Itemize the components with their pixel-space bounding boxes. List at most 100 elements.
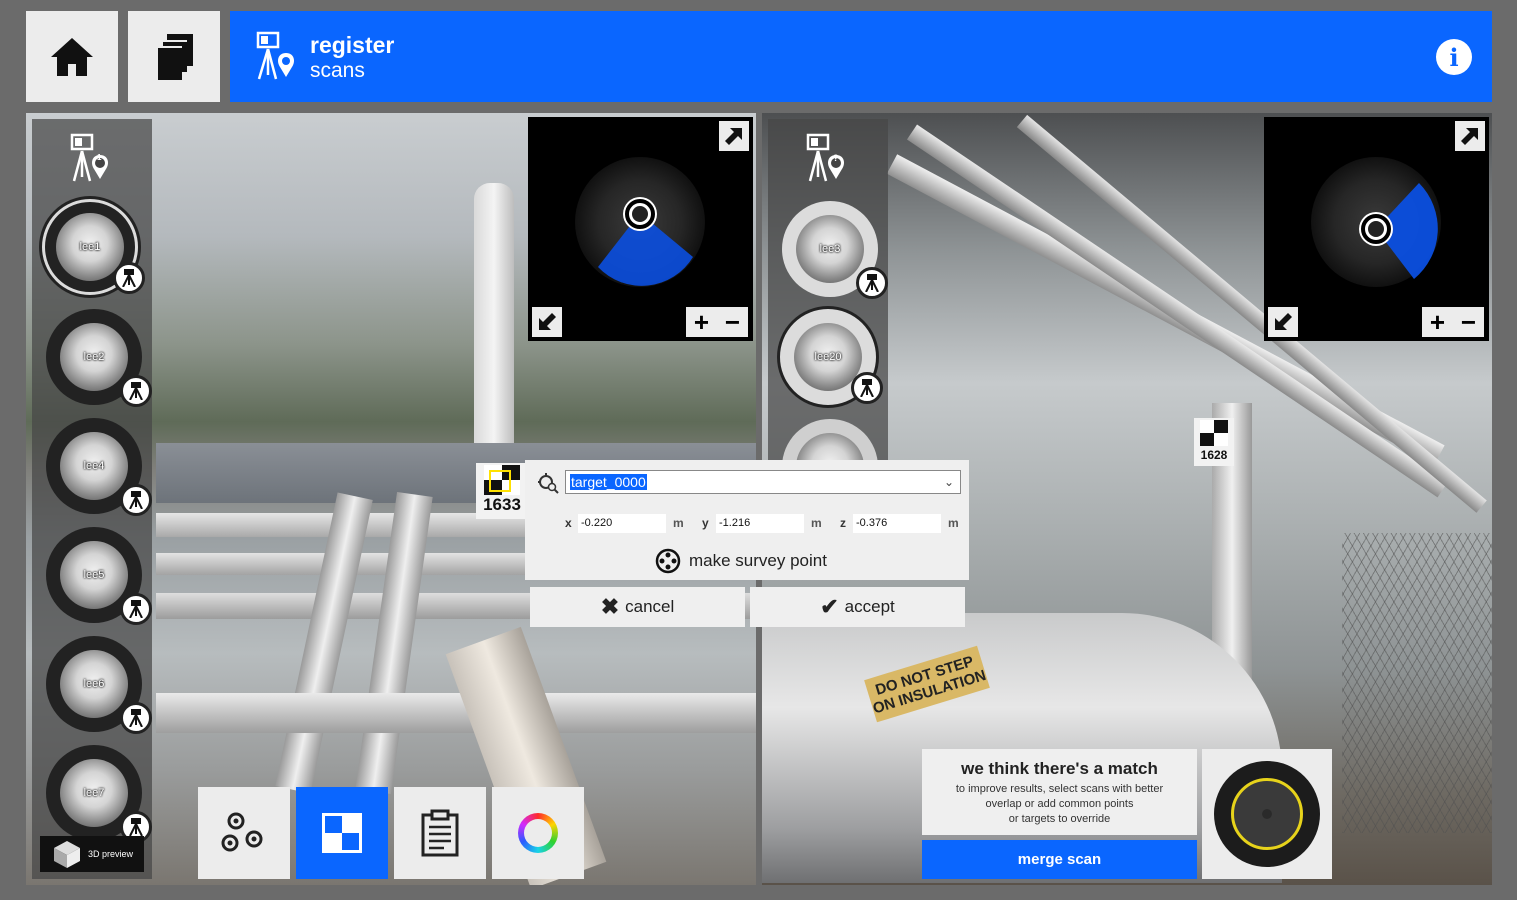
arrow-down-left-icon [539,313,556,330]
app-title: register [310,32,395,58]
map-zoom-controls: + − [1422,307,1484,337]
match-desc-line2: overlap or add common points [985,798,1134,810]
scan-label: lee4 [83,460,105,472]
expand-map-button[interactable] [1455,121,1485,151]
x-field[interactable]: -0.220 [578,514,666,533]
checkmark-icon: ✔ [820,594,839,619]
make-survey-point-button[interactable]: make survey point [655,548,827,574]
mini-map-left[interactable]: + − [528,117,753,341]
scan-label: lee1 [79,241,101,253]
tripod-icon[interactable] [120,375,152,407]
color-wheel-icon [518,813,558,853]
target-tool-button[interactable] [296,787,388,879]
scan-label: lee3 [819,243,841,255]
circles-icon [221,812,263,852]
mini-map-right[interactable]: + − [1264,117,1489,341]
cancel-label: cancel [625,597,675,616]
register-scans-icon [256,31,294,80]
scene-tank [474,183,514,443]
zoom-in-icon[interactable]: + [1430,309,1445,335]
collapse-map-button[interactable] [532,307,562,337]
accept-button[interactable]: ✔ accept [750,587,965,627]
arrow-up-right-icon [1461,128,1478,145]
target-marker[interactable] [489,470,511,492]
tripod-icon[interactable] [120,593,152,625]
scan-label: lee5 [83,569,105,581]
cancel-button[interactable]: ✖ cancel [530,587,745,627]
y-unit: m [811,516,822,530]
scan-thumb-lee2[interactable]: lee2 [46,309,152,407]
right-scan-strip: ? lee3 lee20 [768,119,888,515]
arrow-up-right-icon [725,128,742,145]
scan-label: lee20 [814,351,842,363]
scene-pipe [355,491,433,795]
tripod-icon[interactable] [120,484,152,516]
match-panel: we think there's a match to improve resu… [922,749,1197,835]
zoom-out-icon[interactable]: − [725,309,740,335]
plate-number: 1628 [1200,448,1228,462]
match-dial-button[interactable] [1202,749,1332,879]
match-dial-icon [1214,761,1320,867]
zoom-in-icon[interactable]: + [694,309,709,335]
scan-thumb-lee1[interactable]: lee1 [42,199,145,295]
close-icon: ✖ [600,594,620,619]
z-field[interactable]: -0.376 [853,514,941,533]
zoom-out-icon[interactable]: − [1461,309,1476,335]
y-label: y [702,516,709,530]
tripod-icon[interactable] [856,267,888,299]
z-label: z [840,516,846,530]
checker-target [1200,420,1228,446]
scan-circles-button[interactable] [198,787,290,879]
target-search-icon [538,473,559,494]
scene-pipe [156,693,756,733]
scan-thumb-lee3[interactable]: lee3 [782,201,888,299]
cube-icon [54,841,80,868]
arrow-down-left-icon [1275,313,1292,330]
target-name-select[interactable]: target_0000 ⌄ [565,470,961,494]
target-dialog: target_0000 ⌄ x -0.220 m y -1.216 m z -0… [525,460,969,580]
preview-label: 3D preview [88,849,134,859]
left-scan-strip: 1 lee1 lee2 lee4 lee5 lee6 lee7 [32,119,152,879]
scan-thumb-lee20[interactable]: lee20 [780,309,883,405]
home-icon [51,37,93,76]
map-position-marker [625,199,655,229]
info-button[interactable]: i [1436,39,1472,75]
merge-label: merge scan [1017,851,1102,868]
tripod-icon[interactable] [120,702,152,734]
scan-thumb-lee7[interactable]: lee7 [46,745,152,843]
scan-group-badge: ? [833,153,839,163]
target-name-value: target_0000 [570,474,647,490]
scan-label: lee6 [83,678,105,690]
y-field[interactable]: -1.216 [716,514,804,533]
scan-thumb-lee6[interactable]: lee6 [46,636,152,734]
tripod-icon[interactable] [113,262,145,294]
app-subtitle: scans [310,59,365,82]
map-zoom-controls: + − [686,307,748,337]
match-desc-line1: to improve results, select scans with be… [955,783,1164,795]
survey-label: make survey point [689,551,827,570]
info-icon: i [1449,42,1459,72]
match-desc-line3: or targets to override [1008,813,1111,825]
scan-thumb-lee5[interactable]: lee5 [46,527,152,625]
tripod-icon[interactable] [851,372,883,404]
expand-map-button[interactable] [719,121,749,151]
x-label: x [565,516,572,530]
scene-fence [1342,533,1492,833]
color-button[interactable] [492,787,584,879]
3d-preview-button[interactable]: 3D preview [40,836,144,872]
scan-label: lee7 [83,787,105,799]
report-button[interactable] [394,787,486,879]
map-position-marker [1361,214,1391,244]
accept-label: accept [844,597,895,616]
crosshair-icon [655,548,681,574]
title-bar: register scans i [230,11,1492,102]
z-unit: m [948,516,959,530]
plate-number: 1633 [483,495,521,514]
scan-thumb-lee4[interactable]: lee4 [46,418,152,516]
merge-scan-button[interactable]: merge scan [922,840,1197,879]
copy-pages-button[interactable] [128,11,220,102]
collapse-map-button[interactable] [1268,307,1298,337]
home-button[interactable] [26,11,118,102]
chevron-down-icon[interactable]: ⌄ [944,475,954,489]
clipboard-icon [421,809,459,857]
